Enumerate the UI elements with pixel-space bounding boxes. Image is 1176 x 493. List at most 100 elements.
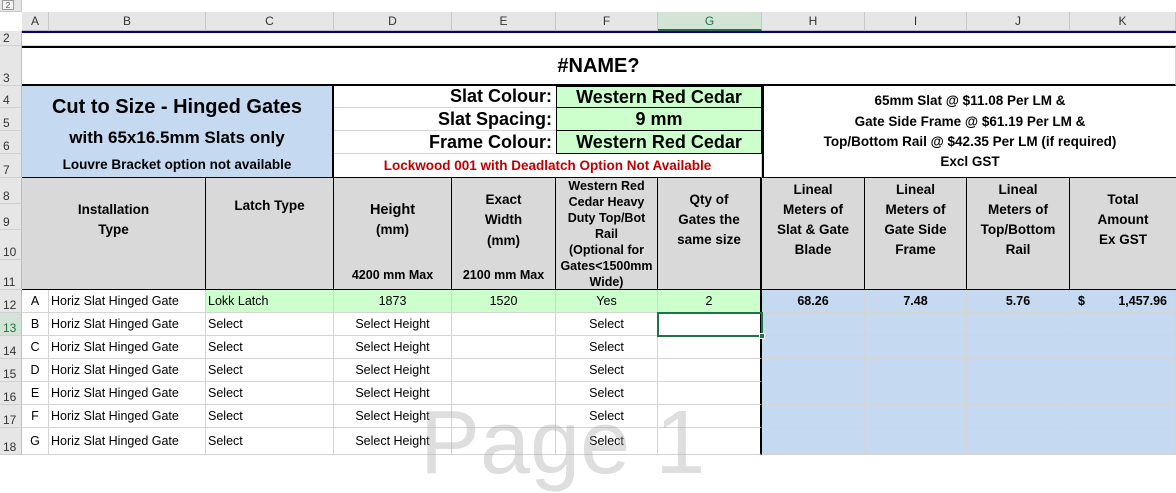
- row-header-2[interactable]: 2: [0, 31, 22, 46]
- row-header-10[interactable]: 10: [0, 230, 22, 260]
- column-header-d[interactable]: D: [334, 12, 452, 31]
- row-header-8[interactable]: 8: [0, 178, 22, 204]
- page-title[interactable]: #NAME?: [22, 46, 1176, 86]
- width-cell[interactable]: 1520: [452, 290, 556, 313]
- deadlatch-warning: Lockwood 001 with Deadlatch Option Not A…: [334, 154, 762, 178]
- gate-letter-text: A: [30, 294, 40, 308]
- rail-cell[interactable]: Select: [556, 359, 658, 382]
- intro-panel: Cut to Size - Hinged Gates with 65x16.5m…: [22, 86, 334, 178]
- header-total-line2: Amount: [1097, 212, 1149, 227]
- row-header-7[interactable]: 7: [0, 154, 22, 178]
- latch-type-cell-text: Select: [208, 386, 243, 400]
- column-header-a[interactable]: A: [22, 12, 49, 31]
- installation-type-cell[interactable]: Horiz Slat Hinged Gate: [49, 336, 206, 359]
- gate-letter: D: [22, 359, 49, 382]
- header-lm-rail: Lineal Meters of Top/Bottom Rail: [967, 178, 1070, 290]
- row-header-4[interactable]: 4: [0, 86, 22, 108]
- installation-type-cell[interactable]: Horiz Slat Hinged Gate: [49, 405, 206, 428]
- row-header-14[interactable]: 14: [0, 336, 22, 359]
- outline-level-button[interactable]: 2: [2, 0, 14, 10]
- lm-slat-cell: [762, 313, 865, 336]
- slat-spacing-value[interactable]: 9 mm: [556, 108, 762, 131]
- frame-colour-label: Frame Colour:: [334, 131, 556, 154]
- qty-cell[interactable]: 2: [658, 290, 762, 313]
- lm-frame-cell: [865, 405, 967, 428]
- installation-type-cell[interactable]: Horiz Slat Hinged Gate: [49, 313, 206, 336]
- row-header-11[interactable]: 11: [0, 260, 22, 290]
- column-header-e[interactable]: E: [452, 12, 556, 31]
- row-header-5[interactable]: 5: [0, 108, 22, 131]
- height-cell-text: Select Height: [355, 434, 430, 448]
- qty-cell[interactable]: [658, 359, 762, 382]
- pricing-gst: Excl GST: [940, 154, 1000, 169]
- width-cell[interactable]: [452, 336, 556, 359]
- slat-colour-label: Slat Colour:: [334, 86, 556, 108]
- latch-type-cell[interactable]: Select: [206, 359, 334, 382]
- header-qty-line1: Qty of: [689, 192, 729, 207]
- column-header-h[interactable]: H: [762, 12, 865, 31]
- latch-type-cell[interactable]: Select: [206, 428, 334, 455]
- gate-letter: B: [22, 313, 49, 336]
- header-installation-line1: Installation: [77, 202, 150, 217]
- row-header-15[interactable]: 15: [0, 359, 22, 382]
- row-header-9[interactable]: 9: [0, 204, 22, 230]
- row-header-13[interactable]: 13: [0, 313, 22, 336]
- height-cell[interactable]: 1873: [334, 290, 452, 313]
- rail-cell[interactable]: Select: [556, 336, 658, 359]
- header-latch-text: Latch Type: [234, 198, 305, 213]
- pricing-slat: 65mm Slat @ $11.08 Per LM &: [874, 93, 1066, 108]
- column-header-b[interactable]: B: [49, 12, 206, 31]
- header-lm-frame-line1: Lineal: [895, 182, 935, 197]
- height-cell[interactable]: Select Height: [334, 313, 452, 336]
- installation-type-cell-text: Horiz Slat Hinged Gate: [51, 340, 179, 354]
- pricing-panel: 65mm Slat @ $11.08 Per LM & Gate Side Fr…: [762, 86, 1176, 178]
- latch-type-cell-text: Lokk Latch: [208, 294, 269, 308]
- row-header-3[interactable]: 3: [0, 46, 22, 86]
- installation-type-cell[interactable]: Horiz Slat Hinged Gate: [49, 290, 206, 313]
- currency-symbol: $: [1078, 294, 1085, 308]
- column-header-g[interactable]: G: [658, 12, 762, 31]
- latch-type-cell[interactable]: Select: [206, 382, 334, 405]
- column-header-f[interactable]: F: [556, 12, 658, 31]
- selected-cell-g13[interactable]: [657, 312, 763, 337]
- height-cell[interactable]: Select Height: [334, 336, 452, 359]
- lm-slat-cell: [762, 382, 865, 405]
- latch-type-cell[interactable]: Select: [206, 336, 334, 359]
- lm-rail-cell: [967, 428, 1070, 455]
- height-cell[interactable]: Select Height: [334, 359, 452, 382]
- row-header-6[interactable]: 6: [0, 131, 22, 154]
- installation-type-cell[interactable]: Horiz Slat Hinged Gate: [49, 428, 206, 455]
- column-header-j[interactable]: J: [967, 12, 1070, 31]
- column-header-i[interactable]: I: [865, 12, 967, 31]
- width-cell[interactable]: [452, 313, 556, 336]
- lm-rail-cell: [967, 405, 1070, 428]
- row-header-16[interactable]: 16: [0, 382, 22, 405]
- header-rail-line4: Rail: [595, 227, 618, 241]
- column-header-k[interactable]: K: [1070, 12, 1176, 31]
- latch-type-cell[interactable]: Select: [206, 313, 334, 336]
- header-rail-line7: Wide): [589, 275, 624, 289]
- column-header-c[interactable]: C: [206, 12, 334, 31]
- width-cell[interactable]: [452, 359, 556, 382]
- latch-type-cell[interactable]: Lokk Latch: [206, 290, 334, 313]
- rail-cell[interactable]: Yes: [556, 290, 658, 313]
- rail-cell-text: Yes: [596, 294, 617, 308]
- header-width-line1: Exact: [485, 192, 522, 207]
- fill-handle[interactable]: [759, 333, 765, 339]
- rail-cell[interactable]: Select: [556, 313, 658, 336]
- row-header-17[interactable]: 17: [0, 405, 22, 428]
- header-latch-type: Latch Type: [206, 178, 334, 290]
- qty-cell[interactable]: [658, 336, 762, 359]
- installation-type-cell[interactable]: Horiz Slat Hinged Gate: [49, 382, 206, 405]
- slat-colour-value[interactable]: Western Red Cedar: [556, 86, 762, 108]
- installation-type-cell[interactable]: Horiz Slat Hinged Gate: [49, 359, 206, 382]
- total-cell: $1,457.96: [1070, 290, 1176, 313]
- latch-type-cell[interactable]: Select: [206, 405, 334, 428]
- row-header-18[interactable]: 18: [0, 428, 22, 455]
- header-height-line2: (mm): [376, 222, 409, 237]
- blank-row-2[interactable]: [22, 31, 1176, 46]
- lm-rail-cell: 5.76: [967, 290, 1070, 313]
- row-header-12[interactable]: 12: [0, 290, 22, 313]
- frame-colour-value[interactable]: Western Red Cedar: [556, 131, 762, 154]
- lm-rail-cell: [967, 313, 1070, 336]
